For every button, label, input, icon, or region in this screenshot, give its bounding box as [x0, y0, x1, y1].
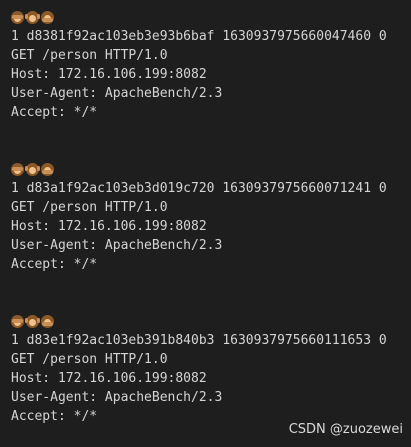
accept-header: Accept: */*: [11, 105, 98, 120]
request-block: 1 d8381f92ac103eb3e93b6baf 1630937975660…: [11, 8, 411, 122]
monkey-emoji-row: [11, 312, 411, 331]
see-no-evil-monkey-icon: [11, 315, 24, 328]
hear-no-evil-monkey-icon: [25, 11, 40, 24]
see-no-evil-monkey-icon: [11, 163, 24, 176]
see-no-evil-monkey-icon: [11, 11, 24, 24]
trace-line: 1 d83e1f92ac103eb391b840b3 1630937975660…: [11, 333, 387, 348]
monkey-emoji-row: [11, 160, 411, 179]
host-header: Host: 172.16.106.199:8082: [11, 67, 207, 82]
trace-line: 1 d83a1f92ac103eb3d019c720 1630937975660…: [11, 181, 387, 196]
user-agent-header: User-Agent: ApacheBench/2.3: [11, 390, 223, 405]
speak-no-evil-monkey-icon: [41, 163, 54, 176]
host-header: Host: 172.16.106.199:8082: [11, 219, 207, 234]
terminal-output: 1 d8381f92ac103eb3e93b6baf 1630937975660…: [0, 0, 411, 447]
monkey-emoji-row: [11, 8, 411, 27]
host-header: Host: 172.16.106.199:8082: [11, 371, 207, 386]
request-block: 1 d83e1f92ac103eb391b840b3 1630937975660…: [11, 312, 411, 426]
request-line: GET /person HTTP/1.0: [11, 200, 168, 215]
request-line: GET /person HTTP/1.0: [11, 352, 168, 367]
accept-header: Accept: */*: [11, 257, 98, 272]
request-block: 1 d83a1f92ac103eb3d019c720 1630937975660…: [11, 160, 411, 274]
user-agent-header: User-Agent: ApacheBench/2.3: [11, 86, 223, 101]
watermark: CSDN @zuozewei: [288, 422, 403, 437]
user-agent-header: User-Agent: ApacheBench/2.3: [11, 238, 223, 253]
trace-line: 1 d8381f92ac103eb3e93b6baf 1630937975660…: [11, 29, 387, 44]
speak-no-evil-monkey-icon: [41, 315, 54, 328]
hear-no-evil-monkey-icon: [25, 163, 40, 176]
hear-no-evil-monkey-icon: [25, 315, 40, 328]
request-line: GET /person HTTP/1.0: [11, 48, 168, 63]
speak-no-evil-monkey-icon: [41, 11, 54, 24]
